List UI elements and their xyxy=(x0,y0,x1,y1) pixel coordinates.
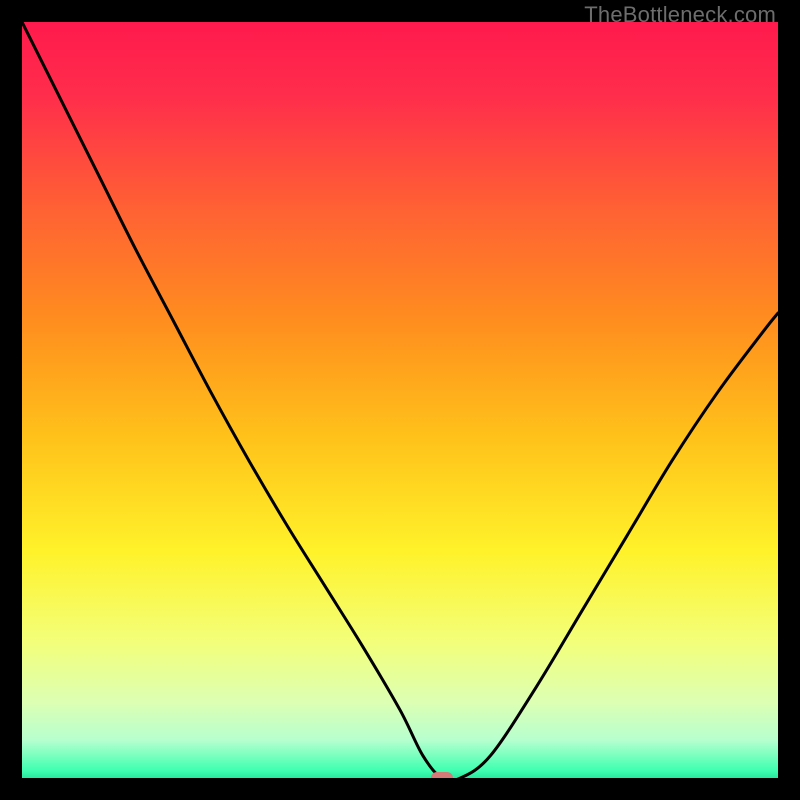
chart-frame: TheBottleneck.com xyxy=(0,0,800,800)
bottleneck-marker xyxy=(431,772,453,778)
plot-area xyxy=(22,22,778,778)
curve-line xyxy=(22,22,778,778)
